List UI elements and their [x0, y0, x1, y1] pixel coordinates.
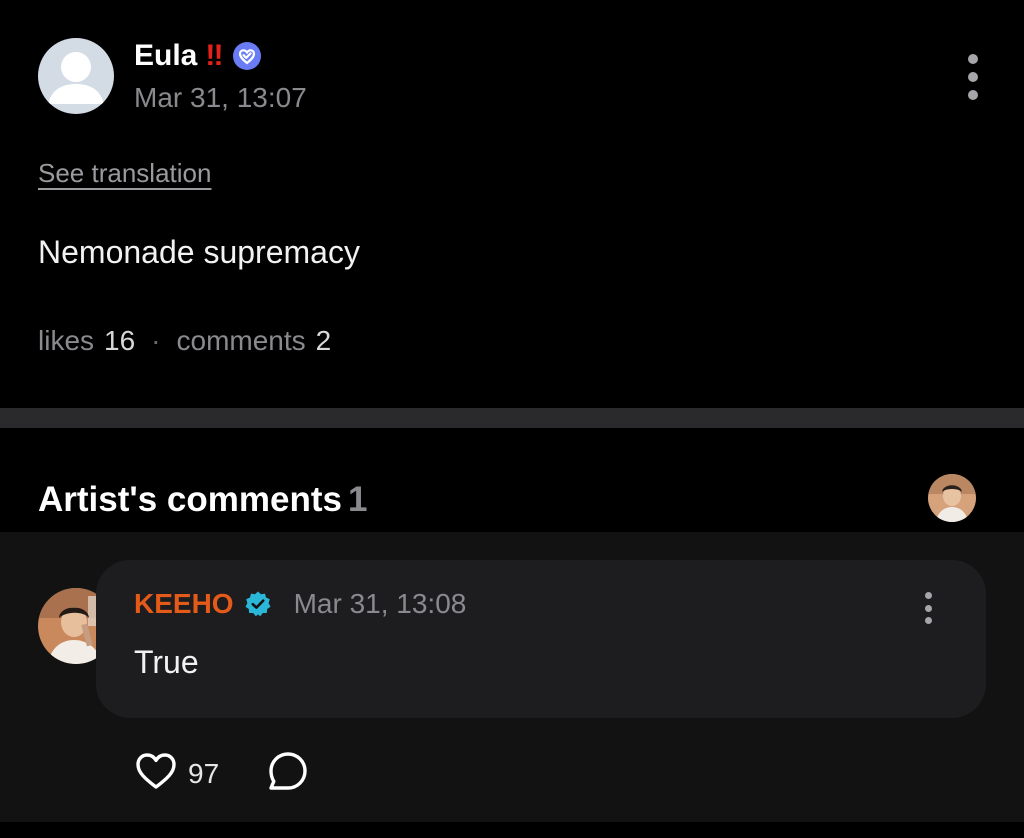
- see-translation-link[interactable]: See translation: [38, 158, 211, 189]
- artist-comments-title: Artist's comments 1: [38, 480, 367, 520]
- comment-author-name[interactable]: KEEHO: [134, 588, 234, 620]
- post-body: Nemonade supremacy: [38, 234, 360, 270]
- heart-outline-icon[interactable]: [134, 751, 178, 796]
- more-vertical-icon[interactable]: [958, 54, 988, 100]
- reply-button[interactable]: [267, 750, 309, 797]
- artist-comments-count: 1: [347, 480, 368, 519]
- post-author-name[interactable]: Eula: [134, 39, 197, 73]
- verified-heart-badge-icon: [232, 41, 262, 71]
- artist-comment-section: KEEHO Mar 31, 13:08 True 97: [0, 532, 1024, 822]
- comment-bubble: KEEHO Mar 31, 13:08 True: [96, 560, 986, 718]
- post-stats: likes 16 · comments 2: [38, 325, 331, 357]
- artist-comments-header: Artist's comments 1: [0, 428, 1024, 532]
- stats-separator: ·: [151, 325, 161, 356]
- comment-timestamp: Mar 31, 13:08: [293, 588, 467, 619]
- comments-count[interactable]: 2: [316, 325, 332, 357]
- like-count: 97: [188, 757, 220, 789]
- likes-label: likes: [38, 325, 95, 356]
- default-user-icon[interactable]: [38, 38, 114, 114]
- more-vertical-icon[interactable]: [922, 592, 934, 624]
- chat-bubble-icon[interactable]: [267, 750, 309, 797]
- like-button[interactable]: 97: [134, 751, 219, 796]
- comment-text: True: [134, 644, 199, 680]
- comments-label[interactable]: comments: [177, 325, 306, 357]
- artist-avatar-thumb[interactable]: [928, 474, 976, 522]
- likes-count: 16: [104, 325, 136, 356]
- post-author-row: Eula ‼: [134, 36, 262, 76]
- post-card: Eula ‼ Mar 31, 13:07 See translation Nem…: [0, 0, 1024, 408]
- emphasis-mark: ‼: [205, 39, 223, 72]
- comment-actions: 97: [134, 750, 309, 797]
- comment-header: KEEHO Mar 31, 13:08: [134, 588, 466, 620]
- post-timestamp: Mar 31, 13:07: [134, 82, 307, 113]
- verified-check-badge-icon: [244, 590, 272, 618]
- section-divider: [0, 408, 1024, 428]
- artist-comments-label: Artist's comments: [38, 480, 342, 519]
